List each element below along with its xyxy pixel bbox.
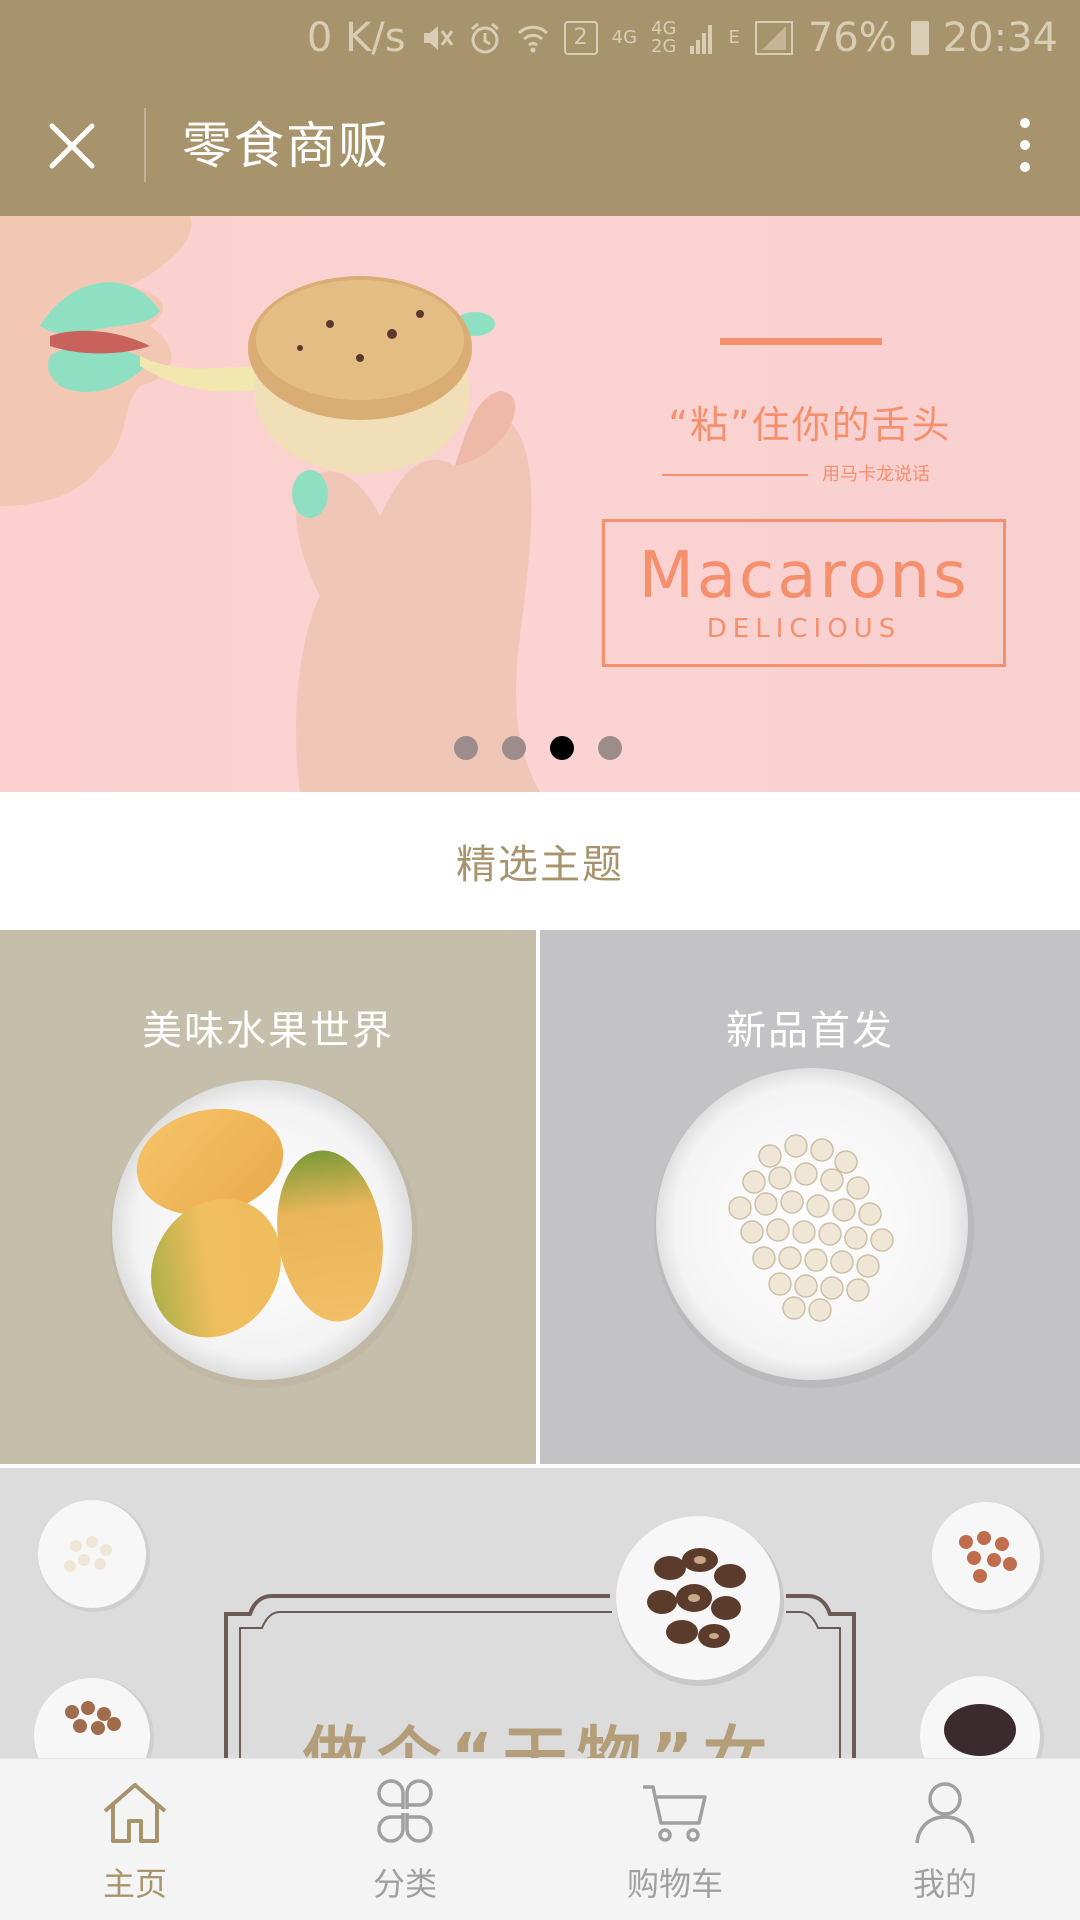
cart-icon: [643, 1785, 707, 1842]
banner-slogan: “粘”住你的舌头: [668, 403, 952, 447]
mango-plate-image: [110, 1080, 418, 1388]
tab-cart[interactable]: 购物车: [540, 1759, 810, 1920]
network-2g-label: 2G: [651, 36, 677, 57]
theme-tile-new-arrivals[interactable]: 新品首发: [540, 930, 1080, 1464]
tab-home-label: 主页: [102, 1865, 167, 1903]
tab-category-label: 分类: [372, 1865, 437, 1903]
home-icon: [103, 1783, 167, 1843]
clock: 20:34: [942, 15, 1058, 61]
carousel-dot-4[interactable]: [598, 736, 622, 760]
theme-tile-fruit[interactable]: 美味水果世界: [0, 930, 536, 1464]
banner-headline: Macarons: [638, 539, 970, 613]
tab-home[interactable]: 主页: [0, 1759, 270, 1920]
lotus-seed-plate-image: [654, 1068, 974, 1388]
tab-cart-label: 购物车: [626, 1865, 723, 1903]
mute-icon: [423, 26, 453, 50]
battery-level: 76%: [807, 15, 897, 61]
banner-subtext: 用马卡龙说话: [822, 464, 930, 485]
tab-profile-label: 我的: [912, 1865, 977, 1903]
nav-bar: 零食商贩: [0, 76, 1080, 216]
profile-icon: [915, 1782, 975, 1844]
banner-headline-box: Macarons DELICIOUS: [602, 519, 1006, 667]
category-icon: [377, 1779, 433, 1843]
promo-banner[interactable]: “粘”住你的舌头 用马卡龙说话 Macarons DELICIOUS: [0, 216, 1080, 792]
close-icon: [49, 123, 95, 169]
battery-icon: [910, 21, 929, 55]
wifi-icon: [517, 25, 548, 53]
banner-illustration: [0, 216, 540, 792]
nav-divider: [144, 108, 146, 182]
network-e: E: [728, 27, 740, 48]
carousel-dot-3[interactable]: [550, 736, 574, 760]
carousel-dot-1[interactable]: [454, 736, 478, 760]
signal-icon: [690, 25, 713, 54]
network-speed: 0 K/s: [306, 15, 406, 61]
banner-accent-line: [720, 338, 882, 345]
banner-tagline: DELICIOUS: [706, 614, 902, 644]
tab-profile[interactable]: 我的: [810, 1759, 1080, 1920]
close-button[interactable]: [40, 114, 104, 178]
signal-icon-2: [754, 21, 793, 55]
carousel-indicator: [454, 736, 622, 760]
banner-subline: [662, 474, 808, 476]
alarm-icon: [470, 22, 499, 54]
more-button[interactable]: [1000, 110, 1050, 182]
section-title: 精选主题: [0, 792, 1080, 930]
network-4g: 4G: [611, 27, 638, 48]
bottom-tab-bar: 主页 分类 购物车 我的: [0, 1758, 1080, 1920]
network-4g-2g: 4G 2G: [651, 20, 676, 56]
dried-goods-title: 做个“干物”女: [302, 1721, 778, 1758]
carousel-dot-2[interactable]: [502, 736, 526, 760]
sim-badge: 2: [563, 21, 598, 55]
dried-goods-banner[interactable]: 做个“干物”女: [0, 1468, 1080, 1758]
app-screen: 0 K/s 2 4G 4G 2G E 76% 20:34 零食商贩 “粘”住你的…: [0, 0, 1080, 1920]
page-title: 零食商贩: [182, 117, 390, 175]
tab-category[interactable]: 分类: [270, 1759, 540, 1920]
status-bar: 0 K/s 2 4G 4G 2G E 76% 20:34: [0, 0, 1080, 76]
